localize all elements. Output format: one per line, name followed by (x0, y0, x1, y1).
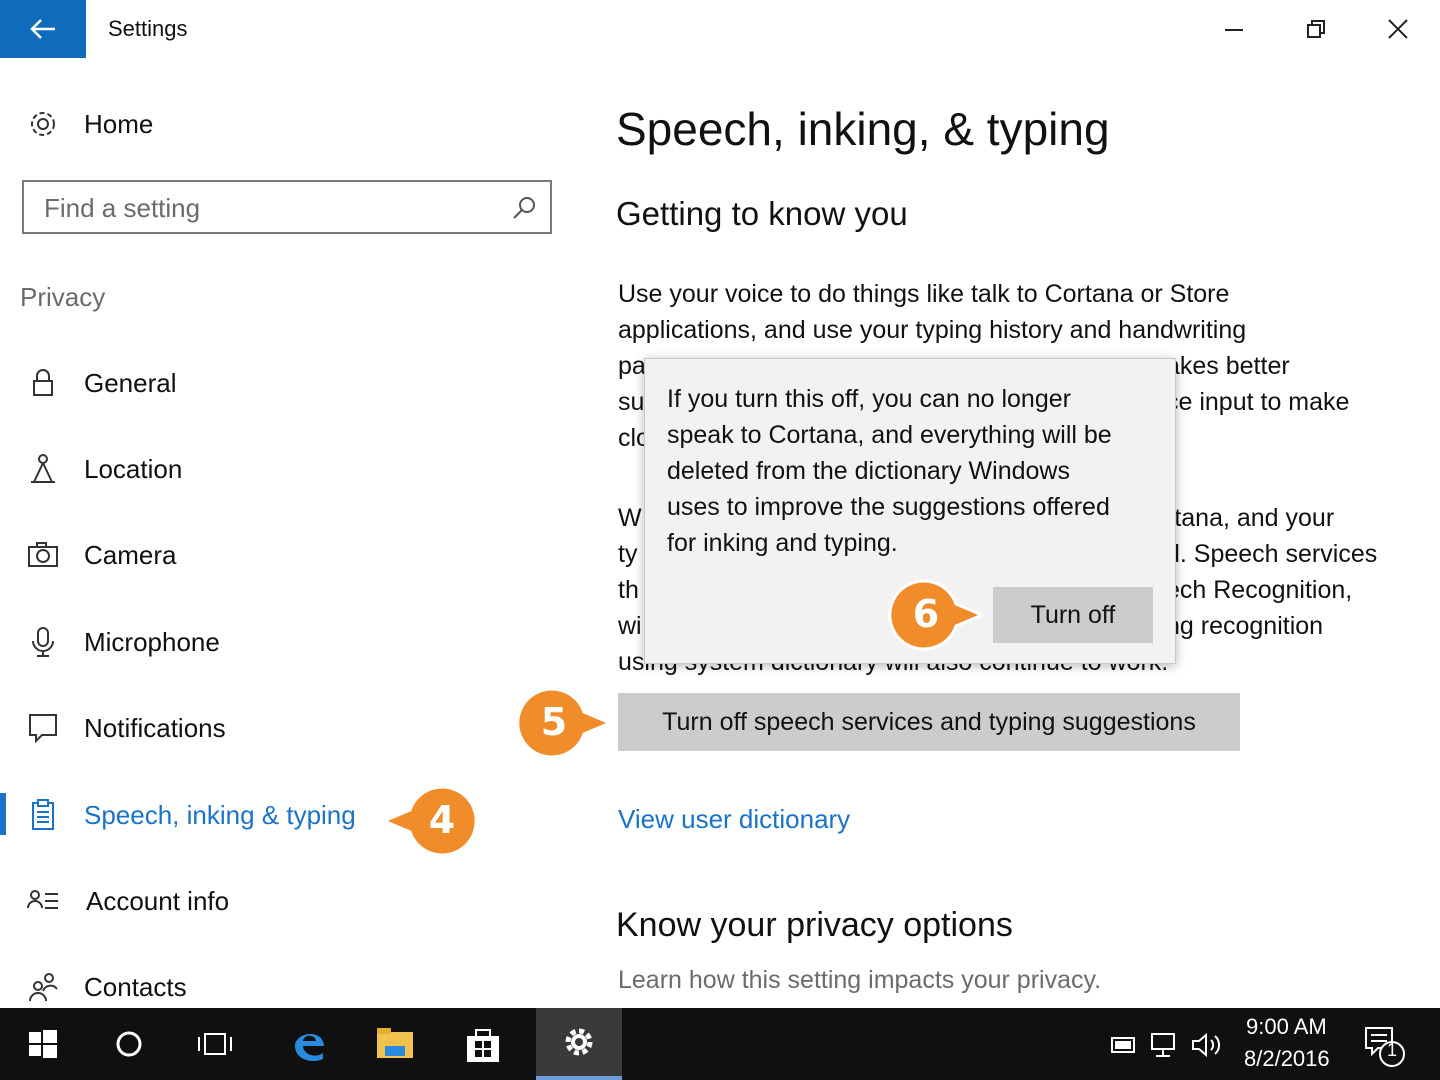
text-fragment: rtana, and your (1166, 504, 1335, 532)
close-icon (1388, 19, 1408, 39)
clipboard-icon (32, 799, 54, 830)
sidebar-item-label: Microphone (84, 627, 220, 657)
sidebar-item-label: Contacts (84, 972, 187, 1002)
text-fragment: d. Speech services (1166, 540, 1378, 568)
text-line: If you turn this off, you can no longer (667, 385, 1071, 413)
app-title: Settings (108, 16, 188, 41)
sidebar-item-label: Notifications (84, 713, 226, 743)
text-line: Use your voice to do things like talk to… (618, 280, 1230, 308)
file-explorer-button[interactable] (352, 1008, 438, 1080)
text-line: deleted from the dictionary Windows (667, 457, 1070, 485)
sidebar-item-label: Location (84, 454, 183, 484)
sidebar-home-label: Home (84, 109, 154, 139)
lock-icon (33, 369, 53, 396)
notification-icon (29, 714, 57, 744)
title-bar: Settings (0, 0, 1440, 58)
sidebar-item-camera[interactable]: Camera (0, 524, 590, 584)
view-user-dictionary-link[interactable]: View user dictionary (618, 804, 850, 835)
text-fragment: ng recognition (1166, 612, 1324, 640)
text-line: uses to improve the suggestions offered (667, 493, 1110, 521)
privacy-options-heading: Know your privacy options (616, 906, 1013, 944)
clock-date[interactable]: 8/2/2016 (1244, 1046, 1330, 1072)
account-info-icon (27, 890, 58, 909)
task-view-icon (198, 1033, 232, 1055)
search-input[interactable] (42, 190, 506, 226)
notification-count-badge: 1 (1386, 1040, 1397, 1060)
battery-icon[interactable] (1106, 1030, 1138, 1058)
close-button[interactable] (1368, 10, 1428, 48)
turn-off-confirm-button[interactable]: Turn off (993, 587, 1153, 643)
text-fragment: ce input to make (1166, 388, 1350, 416)
gear-icon (31, 112, 55, 136)
restore-button[interactable] (1286, 10, 1346, 48)
sidebar-item-location[interactable]: Location (0, 438, 590, 498)
sidebar-item-label: Camera (84, 540, 177, 570)
callout-step-4: 4 (382, 784, 478, 858)
sidebar-item-general[interactable]: General (0, 352, 590, 412)
text-fragment: ech Recognition, (1166, 576, 1353, 604)
privacy-options-link[interactable]: Learn how this setting impacts your priv… (618, 966, 1101, 995)
sidebar-item-account-info[interactable]: Account info (0, 870, 590, 930)
back-button[interactable] (0, 0, 86, 58)
section-title: Getting to know you (616, 195, 908, 232)
callout-step-5: 5 (516, 686, 612, 760)
sidebar-item-microphone[interactable]: Microphone (0, 611, 590, 671)
callout-number: 6 (912, 592, 940, 636)
sidebar-item-notifications[interactable]: Notifications (0, 697, 590, 757)
description-paragraph-2-right: rtana, and your d. Speech services ech R… (1166, 500, 1377, 644)
page-title: Speech, inking, & typing (616, 103, 1110, 155)
callout-number: 5 (540, 700, 568, 744)
turn-off-speech-services-button[interactable]: Turn off speech services and typing sugg… (618, 693, 1240, 751)
sidebar-item-speech-inking-typing[interactable]: Speech, inking & typing (0, 784, 590, 844)
clock-time[interactable]: 9:00 AM (1246, 1014, 1327, 1040)
callout-number: 4 (428, 798, 456, 842)
task-view-button[interactable] (172, 1008, 258, 1080)
text-line: speak to Cortana, and everything will be (667, 421, 1112, 449)
settings-taskbar-button[interactable] (536, 1008, 622, 1080)
text-line: for inking and typing. (667, 529, 898, 557)
sidebar-item-label: General (84, 368, 177, 398)
cortana-icon (116, 1031, 142, 1057)
taskbar: 9:00 AM 8/2/2016 1 (0, 1008, 1440, 1080)
network-icon[interactable] (1148, 1030, 1180, 1060)
location-person-icon (31, 454, 55, 483)
volume-icon[interactable] (1190, 1030, 1224, 1060)
restore-icon (1307, 20, 1325, 38)
edge-button[interactable] (266, 1008, 352, 1080)
sidebar-home[interactable]: Home (0, 93, 590, 153)
sidebar-item-label: Account info (86, 886, 230, 916)
section-label-privacy: Privacy (20, 282, 106, 312)
arrow-left-icon (30, 19, 55, 39)
cortana-button[interactable] (86, 1008, 172, 1080)
store-icon (467, 1029, 499, 1062)
settings-gear-icon (565, 1028, 593, 1056)
action-center-button[interactable]: 1 (1362, 1024, 1408, 1070)
start-icon (29, 1030, 57, 1058)
edge-icon (295, 1033, 324, 1062)
minimize-button[interactable] (1204, 10, 1264, 48)
store-button[interactable] (440, 1008, 526, 1080)
sidebar-item-contacts[interactable]: Contacts (0, 956, 590, 1016)
sidebar-item-label: Speech, inking & typing (84, 800, 356, 830)
start-button[interactable] (0, 1008, 86, 1080)
description-paragraph-1-right: akes better ce input to make (1166, 348, 1349, 420)
text-line: applications, and use your typing histor… (618, 316, 1247, 344)
minimize-icon (1225, 29, 1243, 31)
file-explorer-icon (377, 1028, 413, 1058)
search-icon (513, 197, 535, 219)
microphone-icon (32, 627, 54, 657)
flyout-message: If you turn this off, you can no longer … (667, 381, 1157, 561)
contacts-icon (29, 973, 58, 1002)
search-box[interactable] (22, 180, 552, 234)
camera-icon (28, 542, 58, 567)
text-fragment: akes better (1166, 352, 1290, 380)
callout-step-6: 6 (888, 578, 984, 652)
